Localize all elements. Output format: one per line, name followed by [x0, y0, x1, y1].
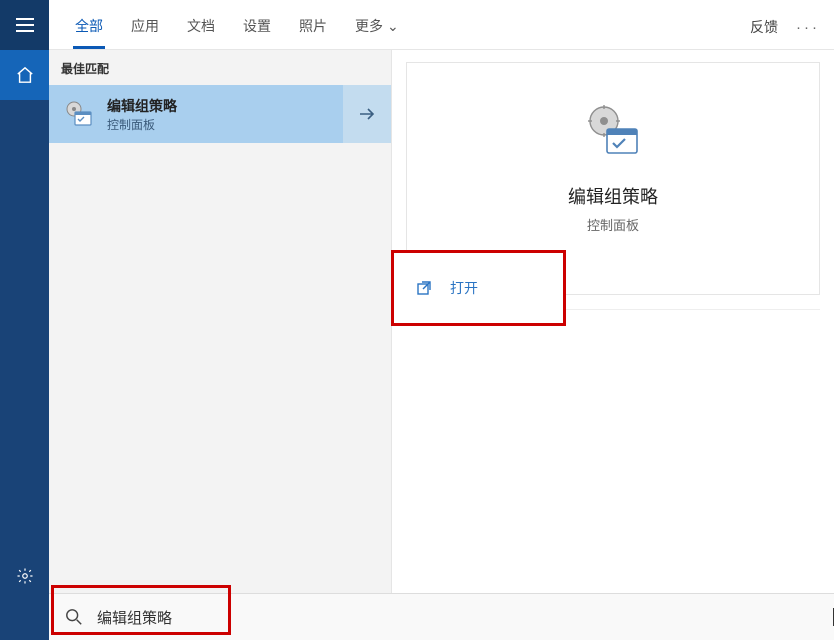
home-icon[interactable]: [0, 50, 49, 100]
result-item[interactable]: 编辑组策略 控制面板: [49, 85, 391, 143]
result-subtitle: 控制面板: [107, 116, 177, 133]
open-icon: [416, 280, 432, 296]
chevron-down-icon: ⌄: [387, 18, 399, 34]
open-label: 打开: [450, 278, 478, 298]
feedback-link[interactable]: 反馈: [750, 17, 778, 37]
detail-subtitle: 控制面板: [587, 215, 639, 234]
tab-all[interactable]: 全部: [73, 16, 105, 49]
tab-docs[interactable]: 文档: [185, 16, 217, 49]
search-icon: [65, 608, 83, 626]
result-title: 编辑组策略: [107, 96, 177, 116]
tab-settings[interactable]: 设置: [241, 16, 273, 49]
results-panel: 最佳匹配: [49, 50, 392, 593]
search-input[interactable]: [97, 609, 831, 626]
open-action[interactable]: 打开: [391, 250, 566, 326]
detail-gpedit-icon: [581, 99, 645, 163]
detail-title: 编辑组策略: [568, 183, 658, 209]
tab-more[interactable]: 更多⌄: [353, 16, 401, 49]
tab-apps[interactable]: 应用: [129, 16, 161, 49]
hamburger-menu[interactable]: [0, 0, 49, 50]
search-bar[interactable]: [49, 593, 834, 640]
more-options-icon[interactable]: ···: [796, 19, 820, 36]
gpedit-icon: [63, 98, 95, 130]
tab-photos[interactable]: 照片: [297, 16, 329, 49]
gear-icon[interactable]: [0, 556, 49, 596]
expand-arrow-icon[interactable]: [343, 85, 391, 143]
detail-panel: 编辑组策略 控制面板 打开: [406, 50, 834, 593]
section-header: 最佳匹配: [49, 50, 391, 85]
